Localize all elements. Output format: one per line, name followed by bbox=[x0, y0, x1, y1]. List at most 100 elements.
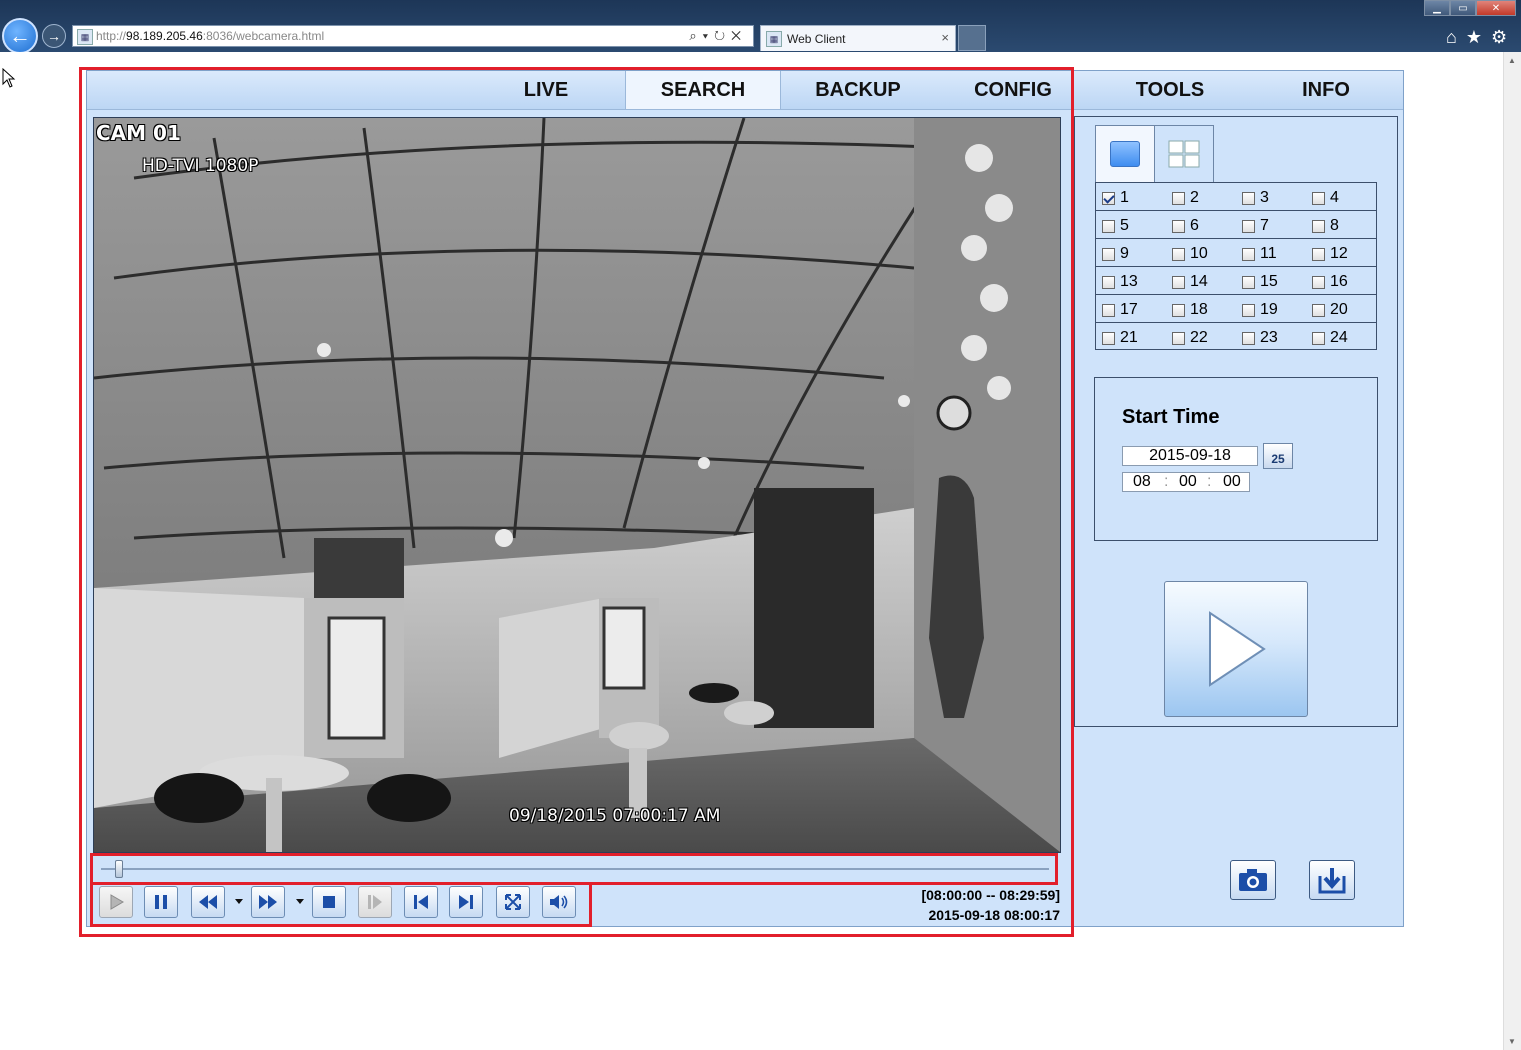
channel-checkbox-21[interactable]: 21 bbox=[1102, 329, 1138, 347]
checkbox[interactable] bbox=[1242, 275, 1255, 289]
scroll-down-arrow-icon[interactable]: ▼ bbox=[1508, 1037, 1516, 1046]
stop-button[interactable] bbox=[312, 886, 346, 918]
channel-checkbox-8[interactable]: 8 bbox=[1312, 217, 1339, 235]
channel-checkbox-13[interactable]: 13 bbox=[1102, 273, 1138, 291]
channel-checkbox-2[interactable]: 2 bbox=[1172, 189, 1199, 207]
checkbox[interactable] bbox=[1172, 247, 1185, 261]
seek-bar[interactable] bbox=[93, 856, 1055, 882]
channel-checkbox-5[interactable]: 5 bbox=[1102, 217, 1129, 235]
rewind-speed-dropdown-icon[interactable] bbox=[235, 899, 243, 904]
address-controls[interactable]: ⌕▾↻✕ bbox=[689, 28, 747, 44]
page-scrollbar[interactable]: ▲ ▼ bbox=[1503, 52, 1521, 1050]
pause-button[interactable] bbox=[144, 886, 178, 918]
channel-checkbox-19[interactable]: 19 bbox=[1242, 301, 1278, 319]
download-button[interactable] bbox=[1309, 860, 1355, 900]
minimize-button[interactable]: ▁ bbox=[1424, 0, 1450, 16]
start-second[interactable]: 00 bbox=[1223, 473, 1241, 491]
channel-checkbox-22[interactable]: 22 bbox=[1172, 329, 1208, 347]
channel-checkbox-3[interactable]: 3 bbox=[1242, 189, 1269, 207]
channel-checkbox-17[interactable]: 17 bbox=[1102, 301, 1138, 319]
channel-checkbox-23[interactable]: 23 bbox=[1242, 329, 1278, 347]
start-minute[interactable]: 00 bbox=[1179, 473, 1197, 491]
fast-forward-button[interactable] bbox=[251, 886, 285, 918]
checkbox[interactable] bbox=[1312, 275, 1325, 289]
checkbox[interactable] bbox=[1172, 303, 1185, 317]
checkbox[interactable] bbox=[1102, 191, 1115, 205]
start-time-field[interactable]: 08 : 00 : 00 bbox=[1122, 472, 1250, 492]
address-bar[interactable]: ▦ http://98.189.205.46:8036/webcamera.ht… bbox=[72, 25, 754, 47]
channel-checkbox-4[interactable]: 4 bbox=[1312, 189, 1339, 207]
checkbox[interactable] bbox=[1312, 303, 1325, 317]
checkbox[interactable] bbox=[1242, 331, 1255, 345]
skip-to-end-button[interactable] bbox=[449, 886, 483, 918]
checkbox[interactable] bbox=[1312, 191, 1325, 205]
calendar-icon: 25 bbox=[1271, 452, 1285, 466]
channel-checkbox-16[interactable]: 16 bbox=[1312, 273, 1348, 291]
menu-tools[interactable]: TOOLS bbox=[1103, 71, 1237, 109]
checkbox[interactable] bbox=[1102, 275, 1115, 289]
channel-checkbox-11[interactable]: 11 bbox=[1242, 245, 1277, 263]
checkbox[interactable] bbox=[1312, 247, 1325, 261]
channel-checkbox-1[interactable]: 1 bbox=[1102, 189, 1129, 207]
calendar-button[interactable]: 25 bbox=[1263, 443, 1293, 469]
scroll-up-arrow-icon[interactable]: ▲ bbox=[1508, 56, 1516, 65]
menu-backup[interactable]: BACKUP bbox=[789, 71, 927, 109]
fullscreen-button[interactable] bbox=[496, 886, 530, 918]
seek-track[interactable] bbox=[101, 868, 1049, 870]
checkbox[interactable] bbox=[1312, 219, 1325, 233]
start-date-field[interactable]: 2015-09-18 bbox=[1122, 446, 1258, 466]
checkbox[interactable] bbox=[1172, 275, 1185, 289]
checkbox[interactable] bbox=[1102, 219, 1115, 233]
checkbox[interactable] bbox=[1242, 191, 1255, 205]
forward-speed-dropdown-icon[interactable] bbox=[296, 899, 304, 904]
checkbox[interactable] bbox=[1102, 303, 1115, 317]
layout-single-button[interactable] bbox=[1095, 125, 1155, 183]
checkbox[interactable] bbox=[1102, 331, 1115, 345]
channel-checkbox-14[interactable]: 14 bbox=[1172, 273, 1208, 291]
start-hour[interactable]: 08 bbox=[1133, 473, 1151, 491]
tab-close-icon[interactable]: × bbox=[941, 30, 949, 45]
channel-checkbox-9[interactable]: 9 bbox=[1102, 245, 1129, 263]
checkbox[interactable] bbox=[1242, 247, 1255, 261]
channel-checkbox-12[interactable]: 12 bbox=[1312, 245, 1348, 263]
settings-gear-icon[interactable]: ⚙ bbox=[1491, 27, 1507, 48]
browser-tab[interactable]: ▦ Web Client × bbox=[760, 25, 956, 51]
checkbox[interactable] bbox=[1172, 191, 1185, 205]
menu-config[interactable]: CONFIG bbox=[945, 71, 1081, 109]
checkbox[interactable] bbox=[1312, 331, 1325, 345]
channel-number-label: 15 bbox=[1260, 273, 1278, 290]
close-window-button[interactable]: ✕ bbox=[1476, 0, 1516, 16]
checkbox[interactable] bbox=[1102, 247, 1115, 261]
skip-to-start-button[interactable] bbox=[404, 886, 438, 918]
maximize-button[interactable]: ▭ bbox=[1450, 0, 1476, 16]
channel-checkbox-20[interactable]: 20 bbox=[1312, 301, 1348, 319]
menu-info[interactable]: INFO bbox=[1259, 71, 1393, 109]
home-icon[interactable]: ⌂ bbox=[1446, 27, 1457, 48]
rewind-button[interactable] bbox=[191, 886, 225, 918]
channel-checkbox-6[interactable]: 6 bbox=[1172, 217, 1199, 235]
favorites-star-icon[interactable]: ★ bbox=[1466, 27, 1482, 48]
channel-checkbox-7[interactable]: 7 bbox=[1242, 217, 1269, 235]
play-button[interactable] bbox=[99, 886, 133, 918]
checkbox[interactable] bbox=[1242, 303, 1255, 317]
video-player[interactable]: CAM 01 HD-TVI 1080P 09/18/2015 07:00:17 … bbox=[93, 117, 1061, 853]
new-tab-button[interactable] bbox=[958, 25, 986, 51]
back-button[interactable]: ← bbox=[2, 18, 38, 54]
channel-number-label: 6 bbox=[1190, 217, 1199, 234]
channel-checkbox-10[interactable]: 10 bbox=[1172, 245, 1208, 263]
checkbox[interactable] bbox=[1172, 219, 1185, 233]
checkbox[interactable] bbox=[1172, 331, 1185, 345]
channel-checkbox-24[interactable]: 24 bbox=[1312, 329, 1348, 347]
channel-checkbox-18[interactable]: 18 bbox=[1172, 301, 1208, 319]
forward-button[interactable]: → bbox=[42, 24, 66, 48]
checkbox[interactable] bbox=[1242, 219, 1255, 233]
volume-button[interactable] bbox=[542, 886, 576, 918]
menu-live[interactable]: LIVE bbox=[487, 71, 605, 109]
step-frame-button[interactable] bbox=[358, 886, 392, 918]
seek-thumb[interactable] bbox=[115, 860, 124, 878]
channel-checkbox-15[interactable]: 15 bbox=[1242, 273, 1278, 291]
snapshot-button[interactable] bbox=[1230, 860, 1276, 900]
menu-search[interactable]: SEARCH bbox=[625, 71, 781, 109]
layout-quad-button[interactable] bbox=[1154, 125, 1214, 183]
start-search-play-button[interactable] bbox=[1164, 581, 1308, 717]
